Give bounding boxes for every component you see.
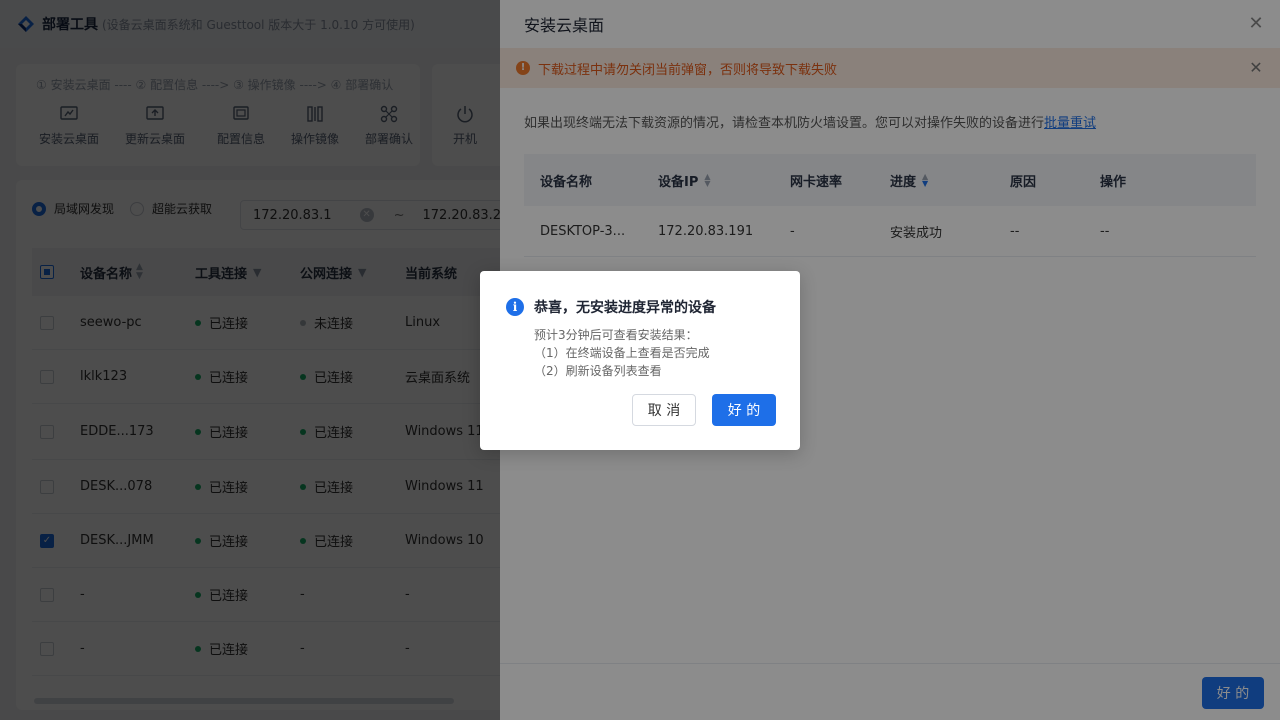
dialog-line: （2）刷新设备列表查看 bbox=[534, 364, 662, 378]
dialog-title: 恭喜，无安装进度异常的设备 bbox=[534, 300, 716, 316]
dialog-line: （1）在终端设备上查看是否完成 bbox=[534, 346, 710, 360]
ok-button[interactable]: 好 的 bbox=[712, 394, 776, 426]
cancel-button[interactable]: 取 消 bbox=[632, 394, 696, 426]
info-icon: i bbox=[506, 298, 524, 316]
dialog-content: 预计3分钟后可查看安装结果： （1）在终端设备上查看是否完成 （2）刷新设备列表… bbox=[534, 326, 710, 380]
result-dialog: i 恭喜，无安装进度异常的设备 预计3分钟后可查看安装结果： （1）在终端设备上… bbox=[480, 271, 800, 450]
dialog-line: 预计3分钟后可查看安装结果： bbox=[534, 328, 698, 342]
dialog-header: i 恭喜，无安装进度异常的设备 bbox=[506, 297, 716, 317]
